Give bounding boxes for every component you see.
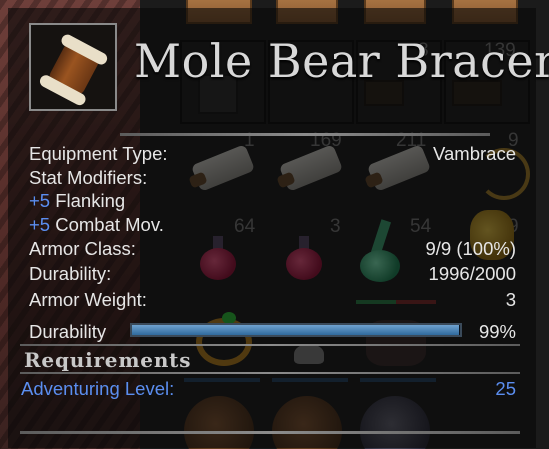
armor-weight-label: Armor Weight: (29, 289, 147, 310)
modifier-name: Combat Mov. (55, 214, 164, 235)
durability-bar-label: Durability (29, 321, 107, 342)
stat-modifiers-label: Stat Modifiers: (29, 167, 148, 188)
item-name: Mole Bear Bracer (134, 34, 549, 88)
durability-percent: 99% (478, 321, 516, 342)
durability-value: 1996/2000 (428, 263, 516, 284)
modifier-amount: +5 (29, 214, 51, 235)
armor-class-label: Armor Class: (29, 238, 136, 259)
adventuring-level-value: 25 (495, 378, 516, 399)
fur-bracer-icon (37, 31, 110, 108)
requirements-heading: Requirements (24, 348, 192, 372)
item-tooltip: Mole Bear Bracer Equipment Type: Vambrac… (8, 8, 549, 448)
durability-bar-fill (132, 325, 460, 335)
equipment-type-label: Equipment Type: (29, 143, 168, 164)
header-divider (120, 133, 490, 136)
footer-divider (20, 431, 520, 434)
durability-bar (130, 323, 462, 337)
armor-weight-value: 3 (505, 289, 516, 310)
modifier-name: Flanking (55, 190, 126, 211)
equipment-type-value: Vambrace (433, 143, 516, 164)
requirements-divider-bottom (20, 372, 520, 374)
adventuring-level-label: Adventuring Level: (21, 378, 175, 399)
item-icon-frame (29, 23, 117, 111)
armor-class-value: 9/9 (100%) (425, 238, 517, 259)
modifier-combat-mov: +5 Combat Mov. (29, 214, 164, 236)
modifier-amount: +5 (29, 190, 51, 211)
requirements-divider-top (20, 344, 520, 346)
modifier-flanking: +5 Flanking (29, 190, 125, 212)
durability-label: Durability: (29, 263, 112, 284)
